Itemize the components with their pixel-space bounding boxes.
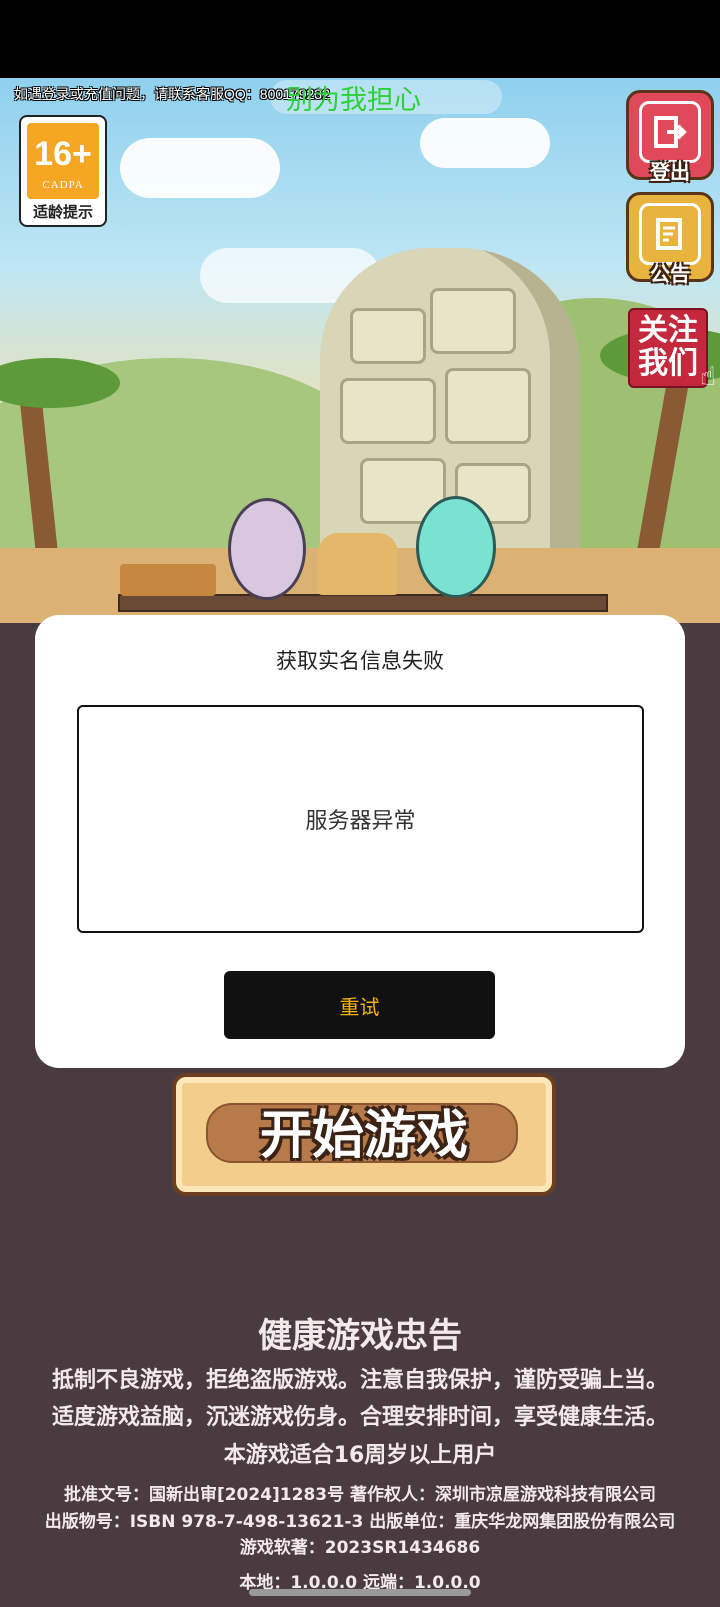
game-scene [0, 78, 720, 623]
start-game-label: 开始游戏 [259, 1106, 468, 1166]
retry-button[interactable]: 重试 [224, 971, 495, 1039]
notice-icon [639, 203, 701, 265]
customer-service-notice: 如遇登录或充值问题，请联系客服QQ：800179232 [14, 86, 330, 102]
logout-button[interactable]: 登出 [626, 90, 714, 184]
notice-button[interactable]: 公告 [626, 192, 714, 286]
health-advice-title: 健康游戏忠告 [258, 1316, 462, 1356]
message-box: 服务器异常 [77, 705, 644, 933]
age-rating-badge[interactable]: 16+ CADPA 适龄提示 [19, 115, 107, 227]
age-rating-number: 16+ [34, 135, 92, 173]
home-indicator[interactable] [249, 1589, 471, 1596]
start-game-button[interactable]: 开始游戏 [172, 1073, 556, 1196]
follow-us-label: 关注我们 [638, 313, 698, 381]
wizard-character [228, 498, 306, 600]
health-advice-line-1: 抵制不良游戏，拒绝盗版游戏。注意自我保护，谨防受骗上当。 [51, 1368, 668, 1393]
health-advice-line-2: 适度游戏益脑，沉迷游戏伤身。合理安排时间，享受健康生活。 [51, 1405, 668, 1430]
age-rating-hint: 适龄提示 [32, 203, 93, 221]
software-copyright: 游戏软著：2023SR1434686 [239, 1538, 481, 1558]
ghost-character [416, 496, 496, 598]
hand-pointer-icon: ☝ [700, 362, 716, 392]
age-rating-org: CADPA [42, 179, 84, 191]
marquee-text: 别为我担心 [286, 85, 421, 115]
error-message: 服务器异常 [305, 809, 416, 834]
status-bar [0, 0, 720, 78]
logout-label: 登出 [650, 160, 690, 184]
dialog-title: 获取实名信息失败 [276, 649, 444, 673]
logout-icon [639, 101, 701, 163]
notice-label: 公告 [650, 262, 690, 286]
age-requirement: 本游戏适合16周岁以上用户 [223, 1443, 497, 1468]
follow-us-button[interactable]: 关注我们 ☝ [628, 308, 716, 392]
publication-info: 出版物号：ISBN 978-7-498-13621-3 出版单位：重庆华龙网集团… [44, 1512, 676, 1532]
real-name-error-dialog: 获取实名信息失败 服务器异常 重试 [35, 615, 685, 1068]
age-rating-icon: 16+ CADPA [27, 123, 99, 199]
fruit-crate [120, 564, 216, 596]
approval-info: 批准文号：国新出审[2024]1283号 著作权人：深圳市凉屋游戏科技有限公司 [63, 1485, 657, 1505]
sandcastle [318, 533, 398, 595]
